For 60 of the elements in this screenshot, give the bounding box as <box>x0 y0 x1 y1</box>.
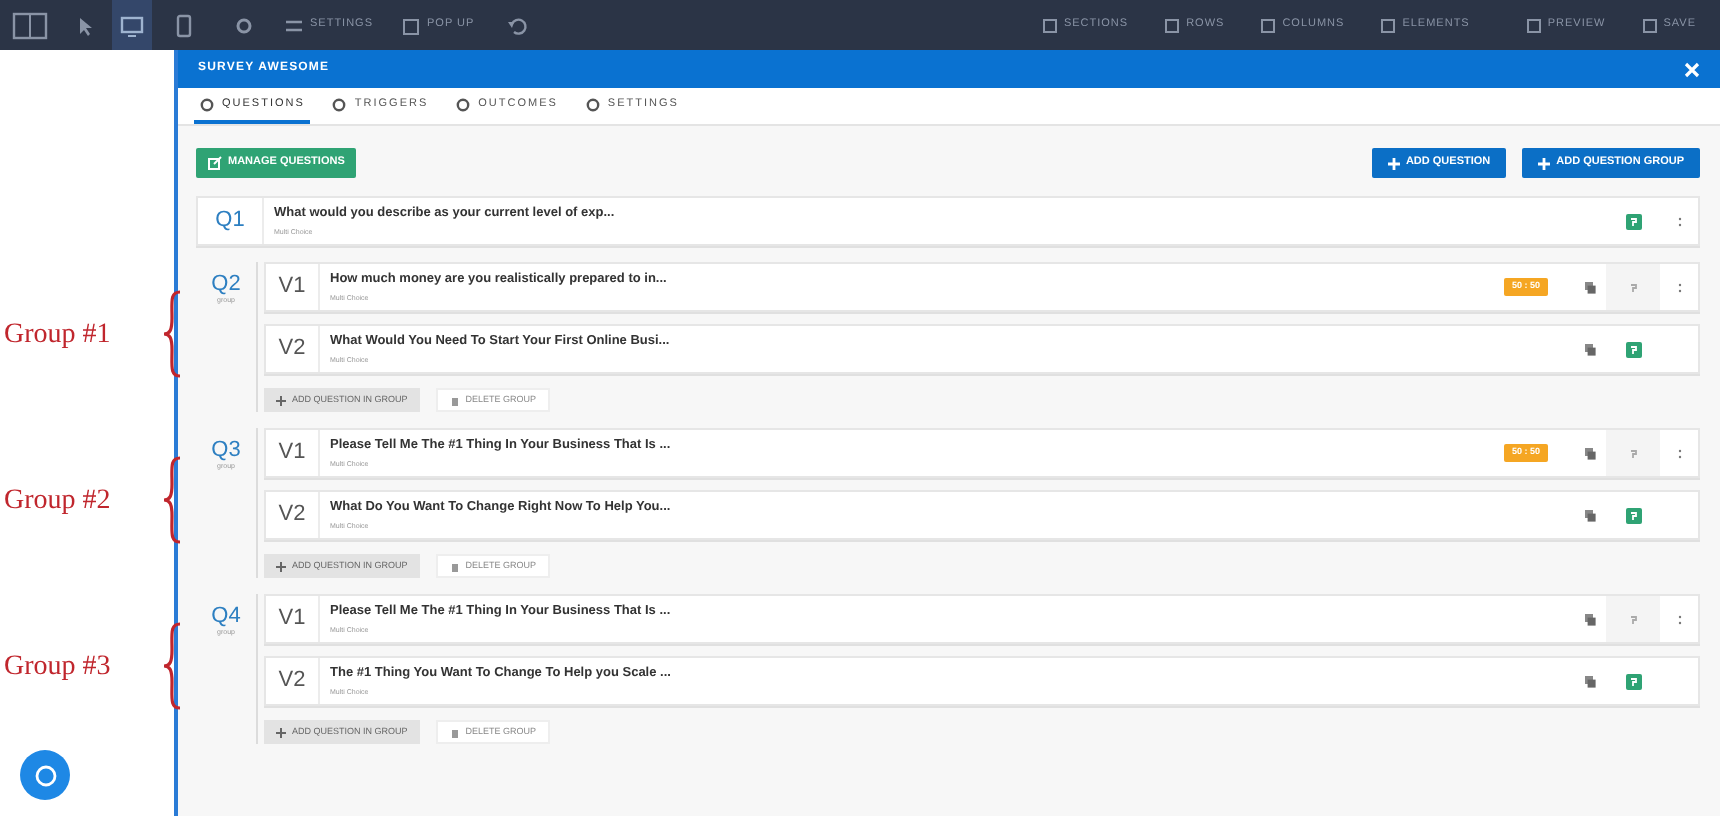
question-number: V1 <box>278 604 306 635</box>
square-icon <box>1525 17 1542 33</box>
trash-icon <box>449 727 460 737</box>
plus-icon <box>1387 157 1400 169</box>
square-icon <box>1164 17 1181 33</box>
brace-icon <box>162 456 182 544</box>
group-annotation: Group #2 <box>4 483 113 519</box>
logic-icon <box>1627 447 1639 459</box>
group-annotation: Group #3 <box>4 649 113 685</box>
trash-icon <box>449 561 460 571</box>
close-icon[interactable] <box>1684 61 1700 77</box>
question-number: Q1 <box>215 206 245 237</box>
brace-icon <box>162 290 182 378</box>
edit-icon <box>208 156 222 170</box>
copy-icon[interactable] <box>1583 447 1595 459</box>
square-icon <box>1380 17 1397 33</box>
question-number: V1 <box>278 438 306 469</box>
group-number: Q3 <box>211 438 241 462</box>
square-icon <box>1260 17 1277 33</box>
circle-icon <box>456 97 471 111</box>
undo-icon[interactable] <box>506 13 531 37</box>
monitor-icon <box>118 11 146 39</box>
logic-icon <box>1627 215 1639 227</box>
brace-icon <box>162 622 182 710</box>
logic-icon <box>1627 281 1639 293</box>
plus-icon <box>276 727 286 737</box>
question-number: V2 <box>278 500 306 531</box>
sliders-icon <box>284 15 304 35</box>
copy-icon[interactable] <box>1583 343 1595 355</box>
copy-icon[interactable] <box>1583 675 1595 687</box>
copy-icon[interactable] <box>1583 281 1595 293</box>
square-icon <box>1641 17 1658 33</box>
plus-icon <box>1538 157 1551 169</box>
group-number: Q4 <box>211 604 241 628</box>
desktop-icon[interactable] <box>112 0 152 50</box>
square-icon <box>1041 17 1058 33</box>
logic-icon <box>1627 343 1639 355</box>
window-icon <box>401 15 422 35</box>
trash-icon <box>449 395 460 405</box>
copy-icon[interactable] <box>1583 613 1595 625</box>
logic-icon <box>1627 613 1639 625</box>
circle-icon <box>585 97 600 111</box>
logic-button[interactable] <box>1625 213 1641 229</box>
circle-icon <box>332 97 347 111</box>
question-number: V1 <box>278 272 306 303</box>
logic-button[interactable] <box>1625 673 1641 689</box>
layout-icon[interactable] <box>12 11 48 39</box>
question-number: V2 <box>278 334 306 365</box>
chat-icon <box>33 763 57 787</box>
logic-icon <box>1627 509 1639 521</box>
question-number: V2 <box>278 666 306 697</box>
group-annotation: Group #1 <box>4 317 113 353</box>
circle-icon <box>200 97 214 111</box>
group-number: Q2 <box>211 272 241 296</box>
plus-icon <box>276 561 286 571</box>
logic-button[interactable] <box>1625 507 1641 523</box>
logic-icon <box>1627 675 1639 687</box>
logic-button[interactable] <box>1625 341 1641 357</box>
copy-icon[interactable] <box>1583 509 1595 521</box>
plus-icon <box>276 395 286 405</box>
